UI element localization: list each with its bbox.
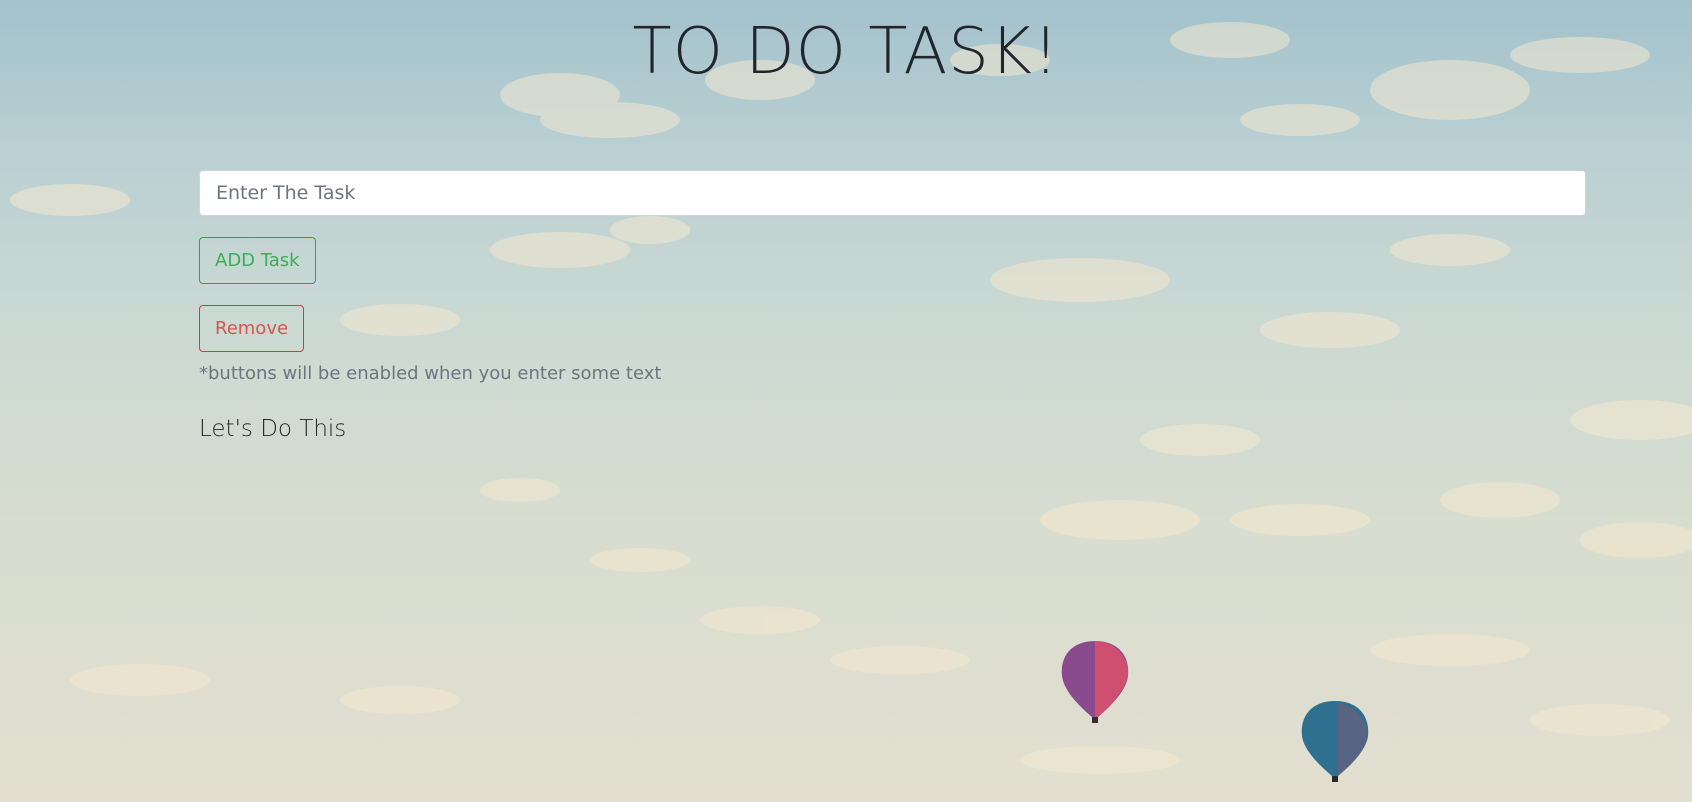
add-task-button[interactable]: ADD Task	[199, 237, 316, 284]
purple-hot-air-balloon-icon	[1061, 641, 1129, 723]
task-input[interactable]	[199, 170, 1586, 216]
task-list-title: Let's Do This	[199, 416, 347, 442]
page-title: TO DO TASK!	[632, 15, 1060, 89]
blue-hot-air-balloon-icon	[1301, 701, 1369, 782]
remove-button[interactable]: Remove	[199, 305, 305, 352]
buttons-hint: *buttons will be enabled when you enter …	[199, 363, 662, 384]
task-form: ADD Task Remove *buttons will be enabled…	[199, 170, 1586, 444]
